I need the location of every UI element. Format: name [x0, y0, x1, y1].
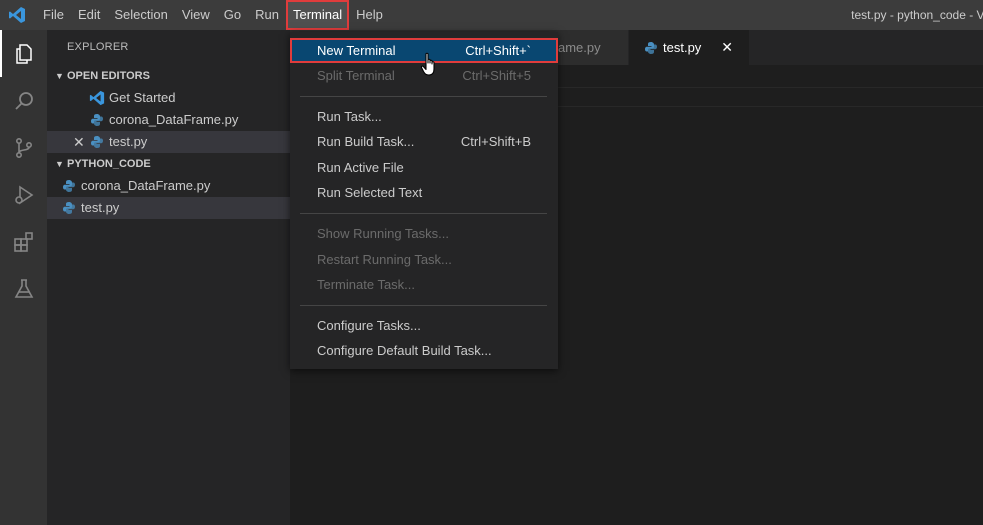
menu-item-run-selected-text[interactable]: Run Selected Text	[290, 180, 558, 205]
menu-item-shortcut: Ctrl+Shift+5	[462, 68, 531, 83]
menu-help[interactable]: Help	[349, 0, 390, 30]
menu-item-shortcut: Ctrl+Shift+B	[460, 134, 531, 149]
menu-item-label: Run Build Task...	[317, 134, 415, 149]
menu-item-label: New Terminal	[317, 43, 396, 58]
explorer-icon[interactable]	[0, 30, 47, 77]
chevron-down-icon: ▼	[55, 159, 64, 169]
menu-separator	[300, 96, 547, 97]
menu-terminal[interactable]: Terminal	[286, 0, 350, 30]
menu-item-configure-tasks[interactable]: Configure Tasks...	[290, 313, 558, 338]
menu-separator	[300, 305, 547, 306]
search-icon[interactable]	[0, 77, 47, 124]
menu-item-terminate-task[interactable]: Terminate Task...	[290, 272, 558, 297]
python-file-icon	[89, 134, 105, 150]
terminal-menu-dropdown: New Terminal Ctrl+Shift+` Split Terminal…	[290, 32, 558, 369]
hand-pointer-icon	[420, 52, 440, 78]
menu-item-shortcut: Ctrl+Shift+`	[465, 43, 531, 58]
open-editor-label: test.py	[109, 134, 148, 149]
menu-separator	[300, 213, 547, 214]
tab-label: test.py	[663, 40, 702, 55]
menu-item-label: Configure Tasks...	[317, 318, 421, 333]
menu-go[interactable]: Go	[217, 0, 248, 30]
menu-item-label: Run Active File	[317, 160, 404, 175]
folder-header[interactable]: ▼ PYTHON_CODE	[47, 153, 290, 175]
open-editor-label: Get Started	[109, 90, 176, 105]
chevron-down-icon: ▼	[55, 71, 64, 81]
menu-item-restart-running-task[interactable]: Restart Running Task...	[290, 247, 558, 272]
menu-item-run-task[interactable]: Run Task...	[290, 104, 558, 129]
menu-item-show-running-tasks[interactable]: Show Running Tasks...	[290, 221, 558, 246]
vscode-logo-icon	[0, 0, 34, 30]
title-bar: File Edit Selection View Go Run Terminal…	[0, 0, 983, 30]
menu-item-label: Split Terminal	[317, 68, 395, 83]
file-tree-label: corona_DataFrame.py	[81, 178, 211, 193]
open-editor-item-active[interactable]: ✕ test.py	[47, 131, 290, 153]
python-file-icon	[89, 112, 105, 128]
testing-flask-icon[interactable]	[0, 265, 47, 312]
close-icon[interactable]: ✕	[73, 131, 87, 153]
menu-item-label: Run Selected Text	[317, 185, 423, 200]
open-editor-item[interactable]: corona_DataFrame.py	[47, 109, 290, 131]
run-debug-icon[interactable]	[0, 171, 47, 218]
python-file-icon	[61, 200, 77, 216]
menu-edit[interactable]: Edit	[71, 0, 107, 30]
menu-item-run-build-task[interactable]: Run Build Task... Ctrl+Shift+B	[290, 129, 558, 154]
open-editor-label: corona_DataFrame.py	[109, 112, 239, 127]
activity-bar	[0, 30, 47, 525]
file-tree-item[interactable]: corona_DataFrame.py	[47, 175, 290, 197]
python-file-icon	[61, 178, 77, 194]
window-title: test.py - python_code - Vi	[851, 8, 983, 22]
explorer-sidebar: EXPLORER ▼ OPEN EDITORS Get Started coro…	[47, 30, 290, 525]
menu-item-label: Terminate Task...	[317, 277, 416, 292]
tab-test-py[interactable]: test.py ✕	[629, 30, 749, 65]
open-editors-header[interactable]: ▼ OPEN EDITORS	[47, 65, 290, 87]
source-control-icon[interactable]	[0, 124, 47, 171]
file-tree-item-selected[interactable]: test.py	[47, 197, 290, 219]
menu-item-label: Run Task...	[317, 109, 382, 124]
menu-selection[interactable]: Selection	[107, 0, 174, 30]
menu-item-label: Show Running Tasks...	[317, 226, 449, 241]
tab-label: ame.py	[558, 40, 601, 55]
vscode-logo-icon	[89, 90, 105, 106]
file-tree-label: test.py	[81, 200, 120, 215]
menu-item-label: Restart Running Task...	[317, 252, 452, 267]
menu-file[interactable]: File	[36, 0, 71, 30]
menu-item-run-active-file[interactable]: Run Active File	[290, 155, 558, 180]
close-icon[interactable]: ✕	[721, 39, 733, 56]
menu-run[interactable]: Run	[248, 0, 286, 30]
menu-item-label: Configure Default Build Task...	[317, 343, 492, 358]
menu-item-configure-default-build-task[interactable]: Configure Default Build Task...	[290, 338, 558, 363]
open-editors-label: OPEN EDITORS	[67, 70, 150, 82]
python-file-icon	[643, 40, 659, 56]
menu-view[interactable]: View	[175, 0, 217, 30]
folder-label: PYTHON_CODE	[67, 158, 151, 170]
open-editor-item[interactable]: Get Started	[47, 87, 290, 109]
extensions-icon[interactable]	[0, 218, 47, 265]
sidebar-title: EXPLORER	[67, 41, 129, 53]
